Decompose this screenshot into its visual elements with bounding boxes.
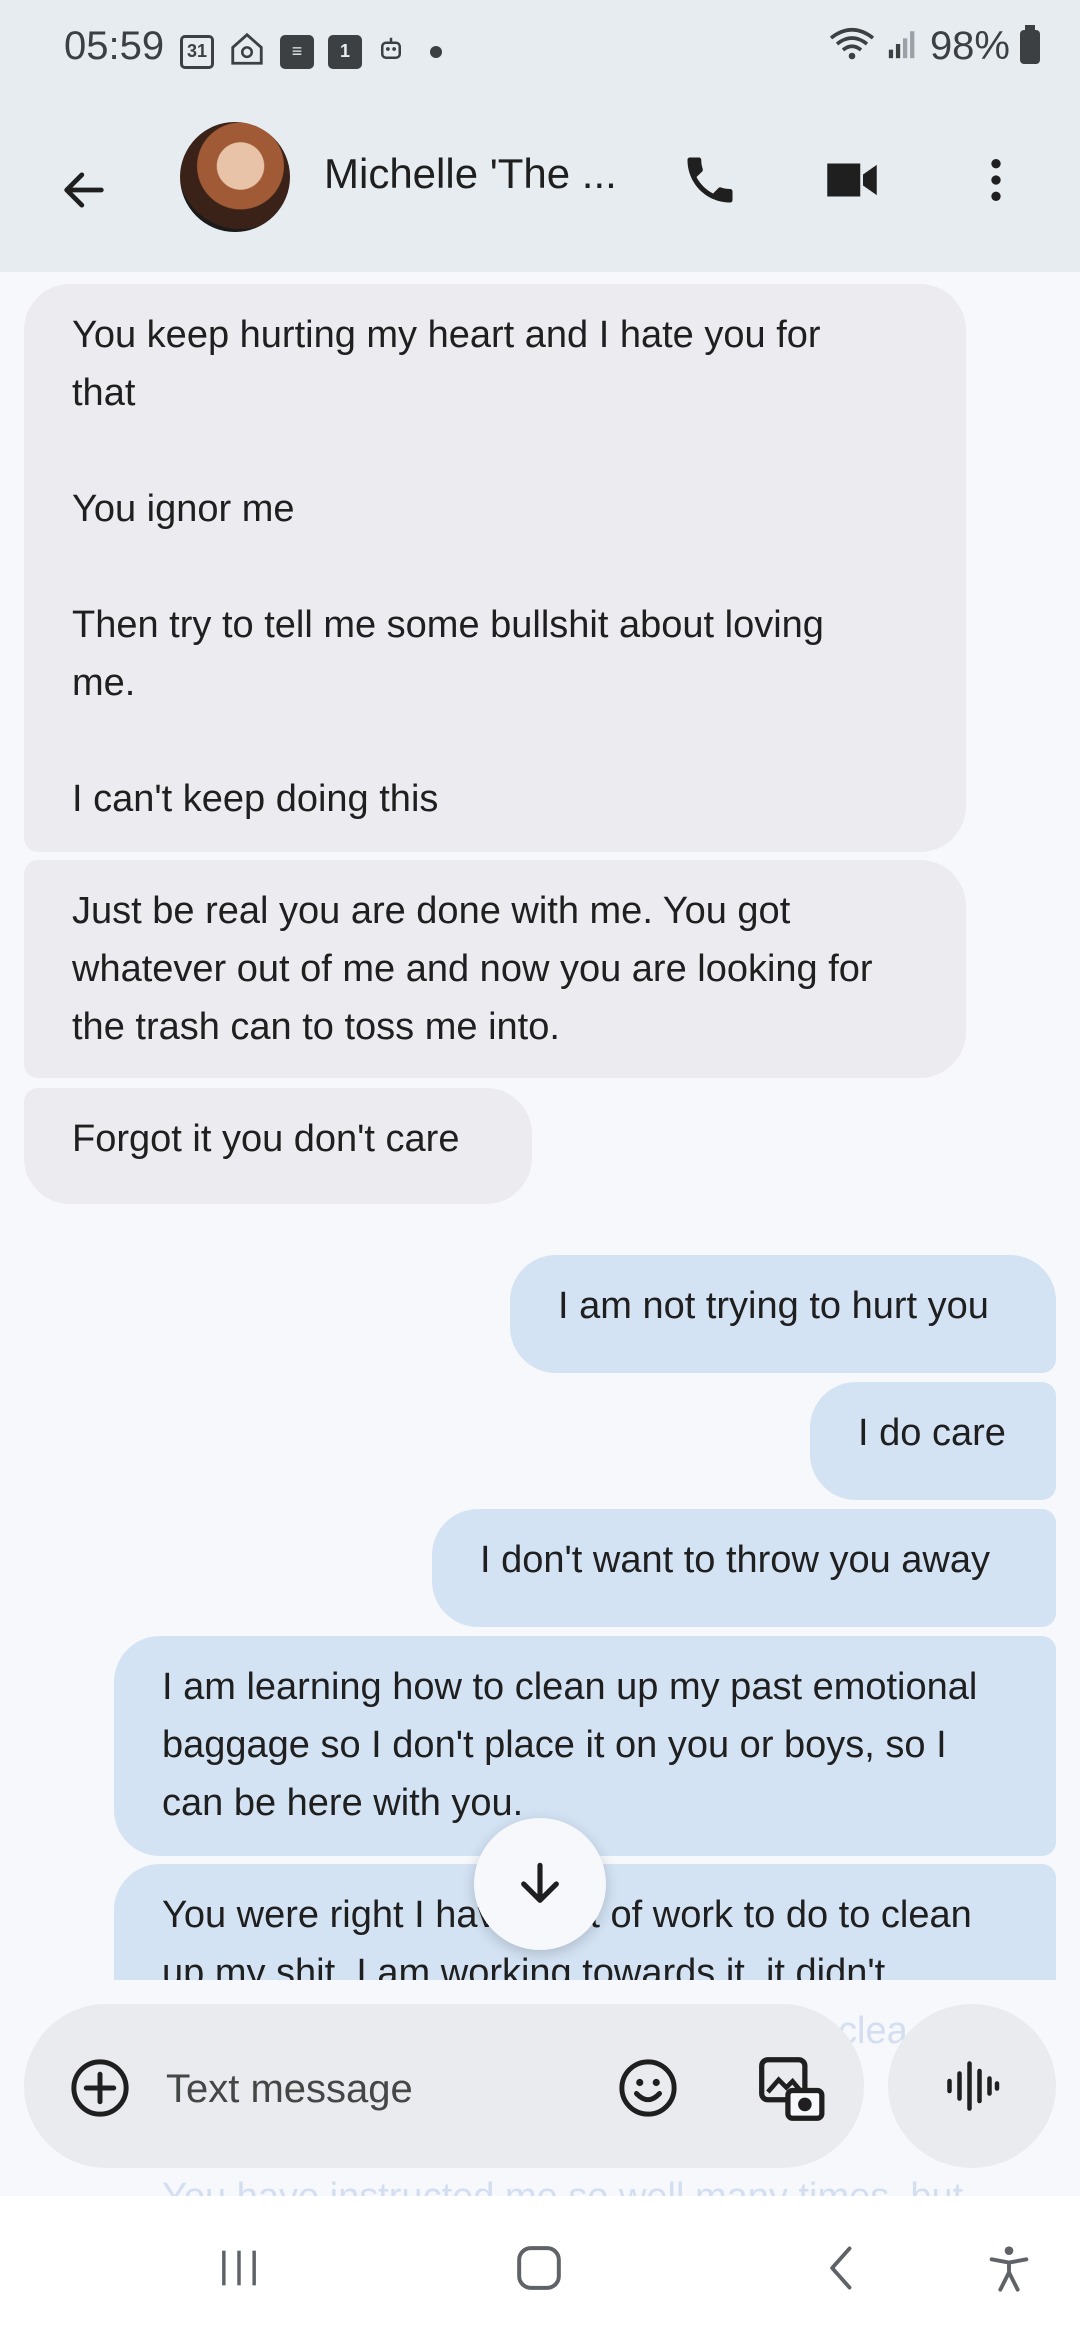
robot-icon: [376, 34, 406, 69]
add-circle-icon: [71, 2059, 129, 2117]
emoji-icon: [619, 2059, 677, 2117]
accessibility-button[interactable]: [964, 2232, 1054, 2304]
battery-percent: 98%: [929, 24, 1010, 68]
calendar-icon: 31: [180, 34, 214, 69]
accessibility-icon: [989, 2246, 1029, 2292]
contact-avatar[interactable]: [180, 122, 290, 232]
emoji-button[interactable]: [608, 2048, 688, 2128]
recents-icon: [222, 2250, 256, 2286]
arrow-left-icon: [64, 172, 104, 208]
back-button[interactable]: [44, 150, 124, 230]
voice-call-button[interactable]: [670, 140, 750, 220]
more-options-button[interactable]: [956, 140, 1036, 220]
message-bubble-outgoing[interactable]: I do care: [810, 1382, 1056, 1500]
message-bubble-incoming[interactable]: You keep hurting my heart and I hate you…: [24, 284, 966, 852]
status-time: 05:59: [64, 24, 165, 68]
video-call-button[interactable]: [812, 140, 892, 220]
smart-home-icon: [228, 30, 266, 73]
scroll-to-bottom-button[interactable]: [474, 1818, 606, 1950]
system-status: 98%: [828, 24, 1040, 69]
status-bar: 05:59 31 ≡ 1 98%: [0, 0, 1080, 100]
system-navigation-bar: [0, 2196, 1080, 2340]
signal-icon: [886, 27, 920, 66]
video-camera-icon: [827, 163, 877, 197]
more-notifications-dot: [430, 45, 442, 58]
network-app-icon: ≡: [280, 34, 314, 69]
home-square-icon: [517, 2246, 561, 2290]
arrow-down-icon: [521, 1862, 559, 1903]
image-camera-icon: [759, 2057, 825, 2121]
home-button[interactable]: [494, 2232, 584, 2304]
message-bubble-outgoing[interactable]: I am not trying to hurt you: [510, 1255, 1056, 1373]
message-bubble-outgoing[interactable]: I am learning how to clean up my past em…: [114, 1636, 1056, 1856]
message-list[interactable]: You keep hurting my heart and I hate you…: [0, 272, 1080, 1980]
contact-name[interactable]: Michelle 'The ...: [324, 150, 617, 198]
more-vert-icon: [991, 159, 1001, 201]
phone-icon: [687, 157, 733, 203]
message-bubble-outgoing[interactable]: I don't want to throw you away: [432, 1509, 1056, 1627]
notification-icons: 31 ≡ 1: [180, 30, 442, 73]
audio-waveform-icon: [947, 2061, 1000, 2111]
message-bubble-incoming[interactable]: Forgot it you don't care: [24, 1088, 532, 1204]
attach-button[interactable]: [60, 2048, 140, 2128]
message-input[interactable]: [164, 2052, 588, 2126]
battery-icon: [1020, 24, 1040, 64]
wifi-icon: [828, 26, 876, 67]
badge-icon: 1: [328, 34, 362, 69]
chevron-left-icon: [830, 2246, 852, 2290]
recent-apps-button[interactable]: [194, 2232, 284, 2304]
system-back-button[interactable]: [798, 2232, 888, 2304]
message-bubble-incoming[interactable]: Just be real you are done with me. You g…: [24, 860, 966, 1078]
gallery-camera-button[interactable]: [746, 2044, 836, 2134]
voice-message-button[interactable]: [888, 2004, 1056, 2168]
conversation-app-bar: Michelle 'The ...: [0, 100, 1080, 272]
